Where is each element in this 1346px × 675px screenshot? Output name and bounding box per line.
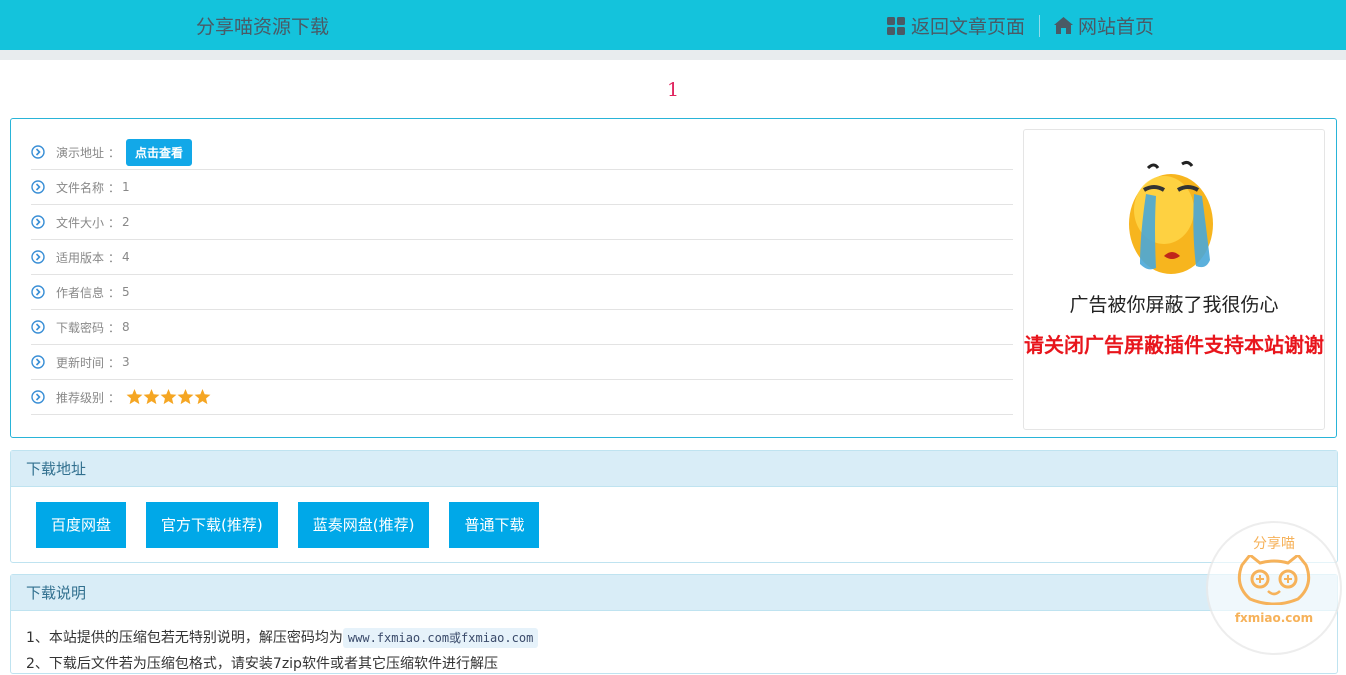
adblock-notice: 广告被你屏蔽了我很伤心 请关闭广告屏蔽插件支持本站谢谢 — [1023, 129, 1325, 430]
info-row-file-size: 文件大小： 2 — [31, 205, 1013, 240]
info-row-file-name: 文件名称： 1 — [31, 170, 1013, 205]
info-row-version: 适用版本： 4 — [31, 240, 1013, 275]
chevron-circle-right-icon — [31, 285, 45, 299]
resource-info-box: 演示地址：点击查看 文件名称： 1 文件大小： 2 适用版本： 4 作者信息： 5 下载密码： 8 更… — [10, 118, 1337, 438]
chevron-circle-right-icon — [31, 145, 45, 159]
chevron-circle-right-icon — [31, 355, 45, 369]
baidu-pan-button[interactable]: 百度网盘 — [36, 502, 127, 548]
grid-icon — [886, 16, 905, 35]
info-value: 2 — [122, 215, 130, 229]
chevron-circle-right-icon — [31, 320, 45, 334]
download-buttons: 百度网盘 官方下载(推荐) 蓝奏网盘(推荐) 普通下载 — [36, 502, 559, 548]
info-separator: ： — [108, 355, 121, 370]
view-demo-button[interactable]: 点击查看 — [126, 138, 193, 166]
site-title[interactable]: 分享喵资源下载 — [196, 12, 329, 39]
info-row-download-password: 下载密码： 8 — [31, 310, 1013, 345]
download-notes: 1、本站提供的压缩包若无特别说明，解压密码均为 www.fxmiao.com或fx… — [26, 627, 539, 675]
chevron-circle-right-icon — [31, 215, 45, 229]
note-line-2: 2、下载后文件若为压缩包格式，请安装7zip软件或者其它压缩软件进行解压 — [26, 656, 498, 672]
watermark-url: fxmiao.com — [1234, 611, 1314, 625]
download-panel: 下载地址 百度网盘 官方下载(推荐) 蓝奏网盘(推荐) 普通下载 — [10, 450, 1338, 563]
top-header: 分享喵资源下载 返回文章页面 网站首页 — [0, 0, 1346, 50]
page-heading: 1 — [666, 79, 680, 101]
info-label: 作者信息 — [56, 285, 105, 300]
watermark-logo: 分享喵 fxmiao.com — [1206, 521, 1342, 655]
lanzou-pan-button[interactable]: 蓝奏网盘(推荐) — [297, 502, 430, 548]
info-value: 5 — [122, 285, 130, 299]
info-separator: ： — [108, 320, 121, 335]
home-icon — [1053, 17, 1073, 34]
star-icon — [143, 389, 160, 405]
info-separator: ： — [108, 215, 121, 230]
info-row-update-time: 更新时间： 3 — [31, 345, 1013, 380]
info-label: 下载密码 — [56, 320, 105, 335]
info-row-rating: 推荐级别： — [31, 380, 1013, 415]
info-separator: ： — [108, 180, 121, 195]
back-to-article-label: 返回文章页面 — [910, 16, 1025, 38]
home-link[interactable]: 网站首页 — [1053, 12, 1154, 39]
chevron-circle-right-icon — [31, 390, 45, 404]
star-icon — [160, 389, 177, 405]
note-line-1-text: 1、本站提供的压缩包若无特别说明，解压密码均为 — [26, 630, 343, 646]
nav-divider — [1038, 14, 1040, 37]
cat-face-icon — [1237, 555, 1311, 605]
info-value: 4 — [122, 250, 130, 264]
back-to-article-link[interactable]: 返回文章页面 — [886, 12, 1025, 39]
info-label: 文件名称 — [56, 180, 105, 195]
download-notes-title: 下载说明 — [11, 575, 1337, 611]
info-separator: ： — [108, 390, 121, 405]
info-row-author: 作者信息： 5 — [31, 275, 1013, 310]
note-line-1: 1、本站提供的压缩包若无特别说明，解压密码均为 www.fxmiao.com或fx… — [26, 627, 539, 649]
star-icon — [194, 389, 211, 405]
home-label: 网站首页 — [1077, 16, 1154, 38]
adblock-notice-line2: 请关闭广告屏蔽插件支持本站谢谢 — [1024, 333, 1324, 357]
crying-face-icon — [1129, 160, 1213, 274]
info-label: 演示地址 — [56, 145, 105, 160]
adblock-notice-line1: 广告被你屏蔽了我很伤心 — [1069, 294, 1279, 316]
download-notes-panel: 下载说明 1、本站提供的压缩包若无特别说明，解压密码均为 www.fxmiao.c… — [10, 574, 1338, 674]
official-download-button[interactable]: 官方下载(推荐) — [146, 502, 278, 548]
info-separator: ： — [108, 145, 121, 160]
normal-download-button[interactable]: 普通下载 — [449, 502, 540, 548]
chevron-circle-right-icon — [31, 180, 45, 194]
info-separator: ： — [108, 285, 121, 300]
top-nav: 返回文章页面 网站首页 — [886, 12, 1154, 39]
info-value: 1 — [122, 180, 130, 194]
info-value: 8 — [122, 320, 130, 334]
password-code: www.fxmiao.com或fxmiao.com — [342, 628, 539, 648]
info-label: 推荐级别 — [56, 390, 105, 405]
download-panel-title: 下载地址 — [11, 451, 1337, 487]
info-label: 适用版本 — [56, 250, 105, 265]
info-label: 文件大小 — [56, 215, 105, 230]
info-value: 3 — [122, 355, 130, 369]
star-icon — [177, 389, 194, 405]
chevron-circle-right-icon — [31, 250, 45, 264]
info-label: 更新时间 — [56, 355, 105, 370]
star-icon — [126, 389, 143, 405]
rating-stars — [126, 389, 211, 405]
header-shadow-strip — [0, 50, 1346, 60]
watermark-text: 分享喵 — [1253, 536, 1295, 552]
info-row-demo-url: 演示地址： 点击查看 — [31, 135, 1013, 170]
info-separator: ： — [108, 250, 121, 265]
